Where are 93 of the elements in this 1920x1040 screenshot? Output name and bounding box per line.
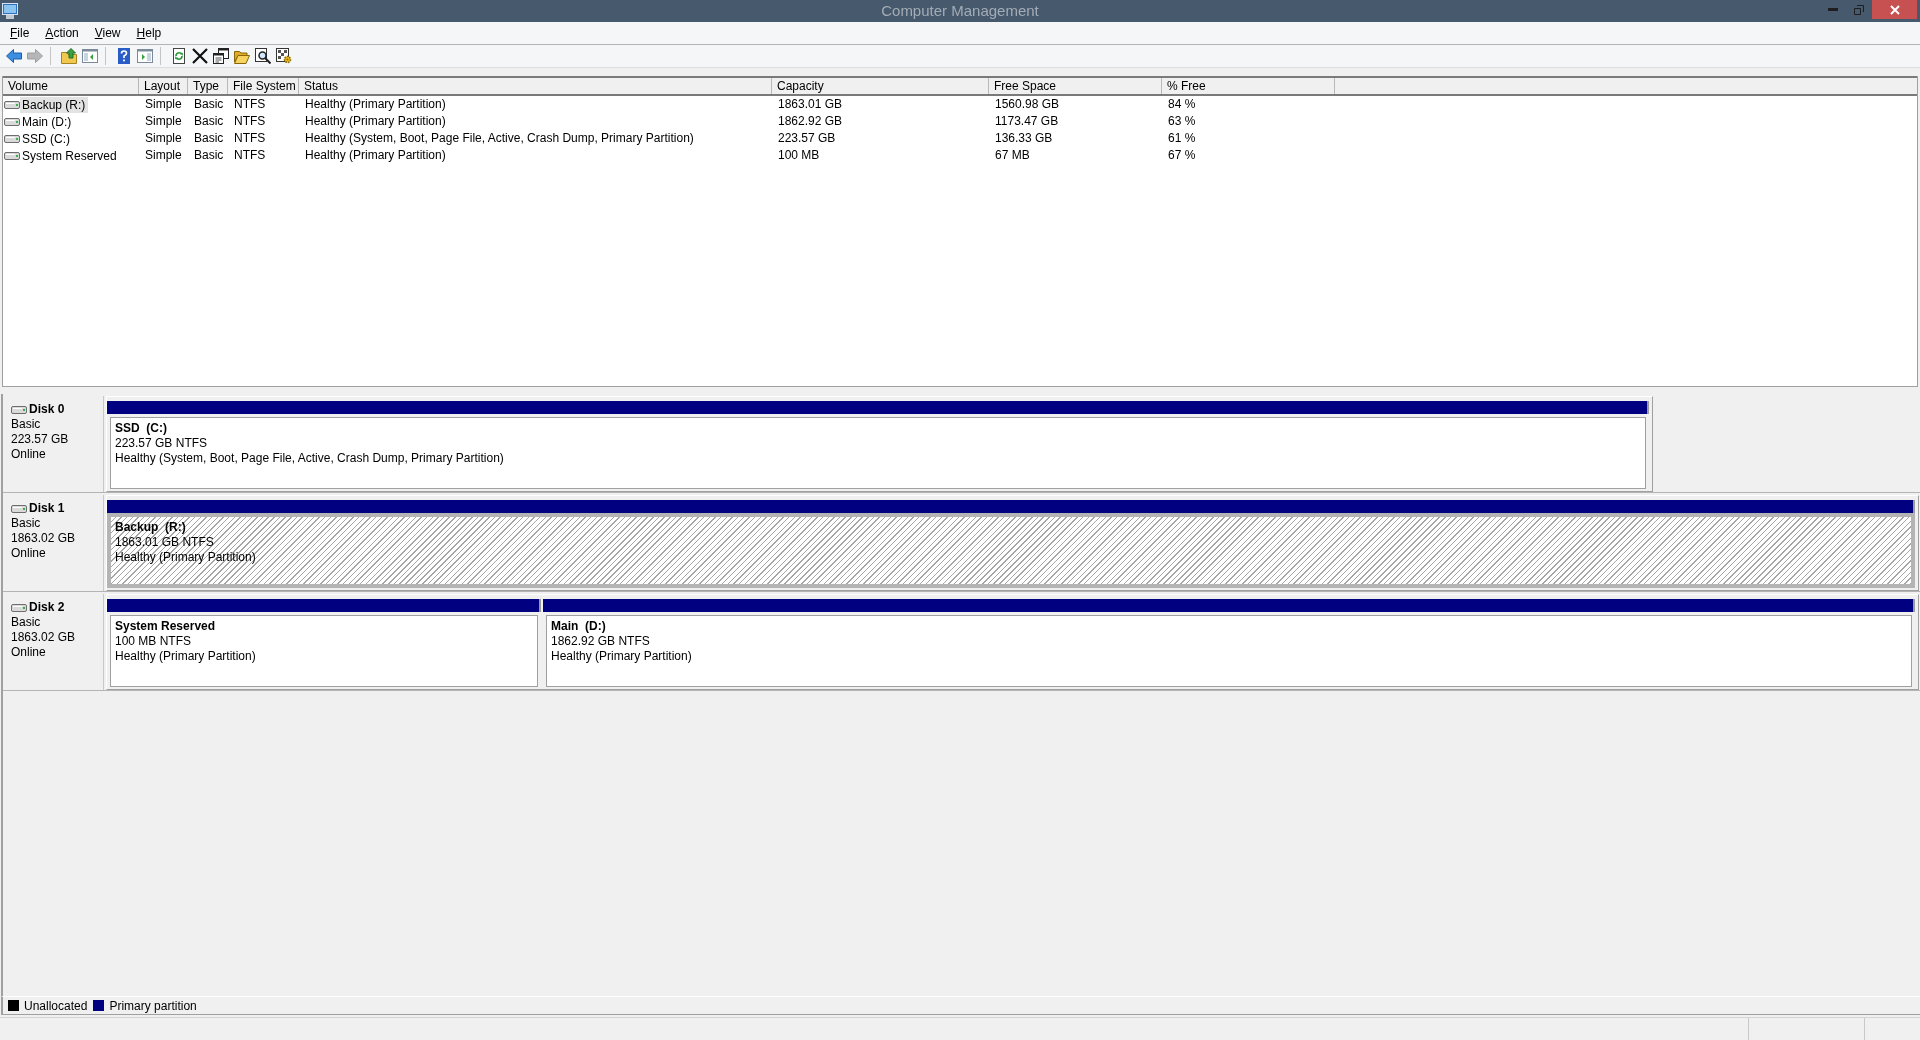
- close-icon: [1889, 4, 1900, 15]
- table-cell-text: 63 %: [1167, 113, 1197, 130]
- table-cell-text: NTFS: [233, 130, 267, 147]
- close-button[interactable]: [1872, 0, 1917, 19]
- table-cell-text: Simple: [144, 96, 183, 113]
- partition-panel[interactable]: SSD (C:) 223.57 GB NTFS Healthy (System, Boot, Page File, Active, Crash Dump, Primary Partition): [110, 417, 1646, 489]
- table-cell-text: 67 %: [1167, 147, 1197, 164]
- partition-panel[interactable]: System Reserved 100 MB NTFS Healthy (Primary Partition): [110, 615, 538, 687]
- partition-status: Healthy (Primary Partition): [115, 649, 257, 664]
- partition-panel[interactable]: Backup (R:) 1863.01 GB NTFS Healthy (Primary Partition): [107, 513, 1915, 588]
- cross-icon[interactable]: [192, 48, 208, 64]
- partition-name: SSD (C:): [115, 421, 168, 436]
- computer-icon: [2, 3, 18, 19]
- partition-size: 1863.01 GB NTFS: [115, 535, 215, 550]
- drive-icon: [11, 603, 27, 612]
- table-cell-text: 100 MB: [777, 147, 821, 164]
- column-header[interactable]: Status: [299, 78, 772, 94]
- partition-status: Healthy (System, Boot, Page File, Active, Crash Dump, Primary Partition): [115, 451, 505, 466]
- table-cell[interactable]: Backup (R:): [20, 96, 89, 113]
- column-header[interactable]: % Free: [1162, 78, 1335, 94]
- refresh-icon[interactable]: [171, 48, 187, 64]
- table-cell-text: Simple: [144, 130, 183, 147]
- window-pane-icon[interactable]: [137, 48, 153, 64]
- disk-status: Online: [11, 546, 47, 561]
- table-cell-text: Healthy (Primary Partition): [304, 147, 447, 164]
- partition-name: Main (D:): [551, 619, 607, 634]
- partition-status: Healthy (Primary Partition): [115, 550, 257, 565]
- help-icon[interactable]: [116, 48, 132, 64]
- table-cell-text: Healthy (Primary Partition): [304, 96, 447, 113]
- window-pane-icon[interactable]: [82, 48, 98, 64]
- disk-status: Online: [11, 645, 47, 660]
- column-header[interactable]: File System: [228, 78, 299, 94]
- disk-type: Basic: [11, 516, 42, 531]
- partition-name: Backup (R:): [115, 520, 187, 535]
- window-title: Computer Management: [881, 1, 1039, 21]
- table-cell-text: 1863.01 GB: [777, 96, 844, 113]
- disk-name: Disk 2: [29, 600, 65, 615]
- menu-item[interactable]: Action: [37, 24, 87, 42]
- folder-arrow-icon[interactable]: [61, 48, 77, 64]
- column-header[interactable]: Type: [188, 78, 228, 94]
- left-arrow-icon[interactable]: [6, 48, 22, 64]
- partition-size: 100 MB NTFS: [115, 634, 193, 649]
- gear-icon[interactable]: [276, 48, 292, 64]
- disk-size: 1863.02 GB: [11, 630, 77, 645]
- table-cell-text: 1560.98 GB: [994, 96, 1061, 113]
- drive-icon: [11, 405, 27, 414]
- disk-size: 1863.02 GB: [11, 531, 77, 546]
- partition-panel[interactable]: Main (D:) 1862.92 GB NTFS Healthy (Primary Partition): [546, 615, 1912, 687]
- table-cell-text: 1173.47 GB: [994, 113, 1060, 130]
- table-cell-text: Simple: [144, 113, 183, 130]
- partition-status: Healthy (Primary Partition): [551, 649, 693, 664]
- disk-name: Disk 1: [29, 501, 65, 516]
- table-cell-text: Simple: [144, 147, 183, 164]
- table-cell-text: Healthy (System, Boot, Page File, Active, Crash Dump, Primary Partition): [304, 130, 695, 147]
- table-cell-text: 136.33 GB: [994, 130, 1054, 147]
- table-cell-text: Basic: [193, 147, 225, 164]
- table-cell-text: Healthy (Primary Partition): [304, 113, 447, 130]
- table-cell-text: 223.57 GB: [777, 130, 837, 147]
- disk-type: Basic: [11, 417, 42, 432]
- table-cell[interactable]: Main (D:): [20, 113, 75, 130]
- disk-type: Basic: [11, 615, 42, 630]
- table-cell-text: Basic: [193, 113, 225, 130]
- legend-label: Primary partition: [109, 998, 197, 1013]
- table-cell-text: 67 MB: [994, 147, 1031, 164]
- partition-size: 1862.92 GB NTFS: [551, 634, 651, 649]
- table-cell[interactable]: System Reserved: [20, 147, 120, 164]
- sheets-icon[interactable]: [213, 48, 229, 64]
- column-header[interactable]: Volume: [3, 78, 139, 94]
- column-header[interactable]: Capacity: [772, 78, 989, 94]
- table-cell-text: NTFS: [233, 96, 267, 113]
- table-cell-text: Basic: [193, 130, 225, 147]
- menu-item[interactable]: File: [2, 24, 38, 42]
- folder-icon[interactable]: [234, 48, 250, 64]
- column-header[interactable]: Free Space: [989, 78, 1162, 94]
- table-cell-text: NTFS: [233, 113, 267, 130]
- partition-name: System Reserved: [115, 619, 217, 634]
- menu-item[interactable]: View: [86, 24, 129, 42]
- table-cell-text: Basic: [193, 96, 225, 113]
- disk-status: Online: [11, 447, 47, 462]
- table-cell-text: 84 %: [1167, 96, 1197, 113]
- column-header[interactable]: Layout: [139, 78, 188, 94]
- table-cell-text: 1862.92 GB: [777, 113, 844, 130]
- restore-icon[interactable]: [1854, 4, 1864, 15]
- disk-size: 223.57 GB: [11, 432, 70, 447]
- table-cell-text: 61 %: [1167, 130, 1197, 147]
- table-cell[interactable]: SSD (C:): [20, 130, 73, 147]
- partition-size: 223.57 GB NTFS: [115, 436, 209, 451]
- disk-name: Disk 0: [29, 402, 65, 417]
- legend-label: Unallocated: [24, 998, 88, 1013]
- menu-item[interactable]: Help: [128, 24, 170, 42]
- table-cell-text: NTFS: [233, 147, 267, 164]
- search-icon[interactable]: [255, 48, 271, 64]
- drive-icon: [11, 504, 27, 513]
